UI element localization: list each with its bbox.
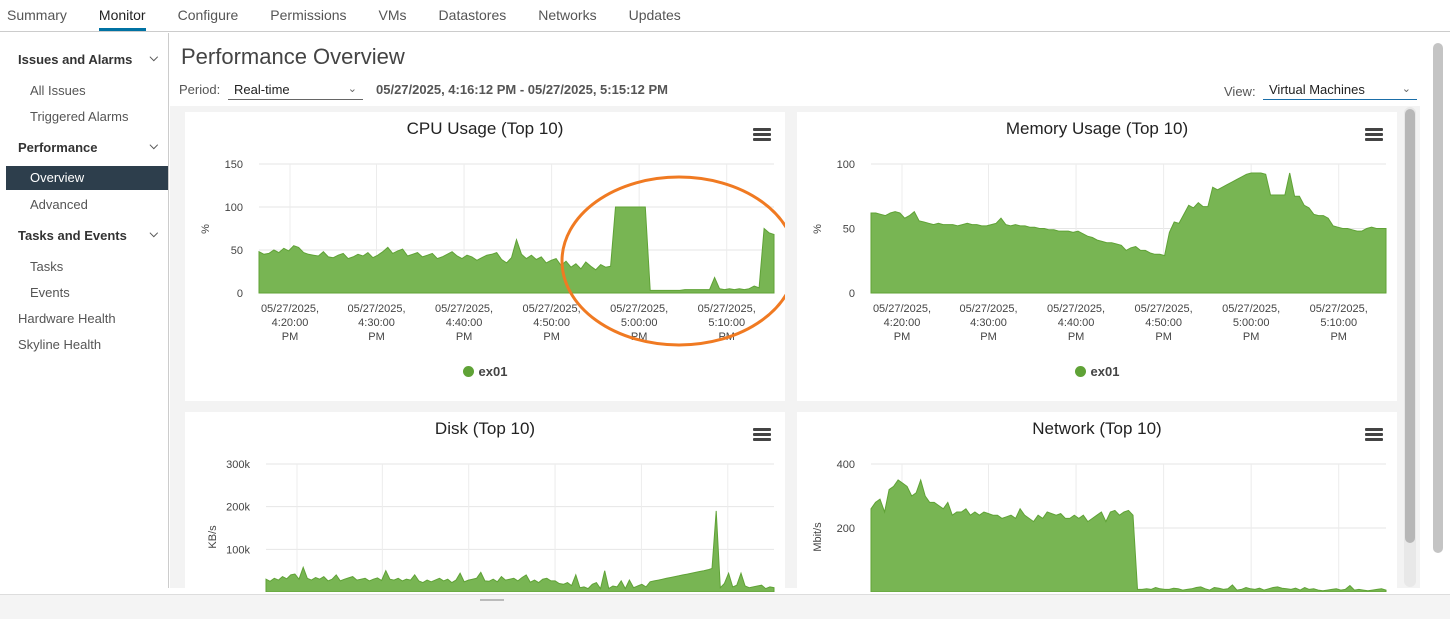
tab-datastores[interactable]: Datastores (439, 0, 507, 31)
y-tick-label: 400 (837, 459, 855, 471)
tab-bar: Summary Monitor Configure Permissions VM… (0, 0, 1450, 32)
memory-chart: 0 50 100% 05/27/2025, 4:20:00 PM 05/27/2025, 4:… (812, 159, 1387, 343)
y-tick-label: 0 (237, 288, 243, 300)
x-tick-label: 05/27/2025, 4:20:00 PM (261, 303, 319, 343)
sidebar-group-tasks-events[interactable]: Tasks and Events ⌵ (18, 228, 158, 243)
sidebar: Issues and Alarms ⌵ All Issues Triggered… (0, 33, 169, 588)
charts-scrollbar[interactable] (1404, 107, 1416, 587)
period-label: Period: (179, 82, 221, 97)
sidebar-group-label: Performance (18, 140, 98, 155)
sidebar-item-advanced[interactable]: Advanced (30, 197, 88, 212)
sidebar-item-overview[interactable]: Overview (6, 166, 168, 190)
y-tick-label: 100 (837, 159, 855, 171)
x-tick-label: 05/27/2025, 4:20:00 PM (873, 303, 931, 343)
y-tick-label: 100k (226, 544, 250, 556)
footer-panel (0, 594, 1450, 619)
x-tick-label: 05/27/2025, 4:40:00 PM (1047, 303, 1105, 343)
legend-swatch (1074, 366, 1086, 377)
sidebar-item-triggered-alarms[interactable]: Triggered Alarms (30, 109, 129, 124)
y-axis-label: % (812, 224, 824, 234)
main-panel: Performance Overview Period: Real-time ⌄… (170, 33, 1450, 592)
network-chart: 200 400 Mbit/s (812, 459, 1387, 592)
date-range: 05/27/2025, 4:16:12 PM - 05/27/2025, 5:1… (376, 82, 668, 97)
disk-card: Disk (Top 10) 100k 200k 300k KB/s (185, 412, 785, 592)
view-select[interactable]: Virtual Machines ⌄ (1263, 79, 1417, 100)
disk-chart: 100k 200k 300k KB/s (207, 459, 775, 592)
period-select[interactable]: Real-time ⌄ (228, 79, 363, 100)
y-tick-label: 150 (225, 159, 243, 171)
x-tick-label: 05/27/2025, 5:10:00 PM (1310, 303, 1368, 343)
x-tick-label: 05/27/2025, 4:30:00 PM (959, 303, 1017, 343)
sidebar-item-all-issues[interactable]: All Issues (30, 83, 86, 98)
chevron-down-icon: ⌵ (149, 228, 158, 240)
scrollbar-thumb[interactable] (1405, 109, 1415, 543)
y-axis-label: % (200, 224, 212, 234)
chart-legend[interactable]: ex01 (185, 364, 785, 379)
sidebar-group-performance[interactable]: Performance ⌵ (18, 140, 158, 155)
chart-legend[interactable]: ex01 (797, 364, 1397, 379)
y-tick-label: 200 (837, 523, 855, 535)
sidebar-item-tasks[interactable]: Tasks (30, 259, 63, 274)
cpu-chart: 0 50 100 150% 05/27/2025, 4:20:00 PM 05/27/2025… (200, 159, 785, 347)
tab-networks[interactable]: Networks (538, 0, 596, 31)
view-label: View: (1224, 84, 1256, 99)
x-tick-label: 05/27/2025, 4:40:00 PM (435, 303, 493, 343)
memory-usage-card: Memory Usage (Top 10) 0 50 100% 05/27/2025, 4… (797, 112, 1397, 401)
sidebar-item-events[interactable]: Events (30, 285, 70, 300)
network-card: Network (Top 10) 200 400 Mbit/s (797, 412, 1397, 592)
tab-vms[interactable]: VMs (379, 0, 407, 31)
y-axis-label: Mbit/s (812, 522, 824, 552)
series-area-network (870, 478, 1387, 592)
y-axis-label: KB/s (207, 525, 219, 549)
chevron-down-icon: ⌵ (149, 52, 158, 64)
y-tick-label: 100 (225, 202, 243, 214)
y-tick-label: 200k (226, 502, 250, 514)
x-tick-label: 05/27/2025, 5:00:00 PM (610, 303, 668, 343)
sidebar-item-skyline-health[interactable]: Skyline Health (18, 337, 101, 352)
sidebar-group-issues-alarms[interactable]: Issues and Alarms ⌵ (18, 52, 158, 67)
series-area-disk (265, 510, 775, 592)
x-tick-label: 05/27/2025, 4:50:00 PM (1135, 303, 1193, 343)
page-scrollbar[interactable] (1433, 43, 1443, 553)
tab-permissions[interactable]: Permissions (270, 0, 346, 31)
tab-summary[interactable]: Summary (7, 0, 67, 31)
chevron-down-icon: ⌄ (1401, 83, 1411, 95)
sidebar-group-label: Tasks and Events (18, 228, 127, 243)
period-select-value: Real-time (234, 82, 290, 97)
y-tick-label: 50 (231, 245, 243, 257)
sidebar-group-label: Issues and Alarms (18, 52, 133, 67)
y-tick-label: 300k (226, 459, 250, 471)
cpu-usage-card: CPU Usage (Top 10) 0 50 100 150% 05/27/2025, 4… (185, 112, 785, 401)
tab-monitor[interactable]: Monitor (98, 0, 146, 31)
view-select-value: Virtual Machines (1269, 82, 1365, 97)
x-tick-label: 05/27/2025, 5:00:00 PM (1222, 303, 1280, 343)
y-tick-label: 50 (843, 224, 855, 236)
page-title: Performance Overview (181, 44, 405, 69)
x-tick-label: 05/27/2025, 4:30:00 PM (347, 303, 405, 343)
legend-swatch (462, 366, 474, 377)
legend-label: ex01 (1090, 364, 1120, 379)
chevron-down-icon: ⌵ (149, 140, 158, 152)
tab-updates[interactable]: Updates (629, 0, 681, 31)
x-tick-label: 05/27/2025, 4:50:00 PM (523, 303, 581, 343)
series-area-ex01 (870, 172, 1387, 294)
chevron-down-icon: ⌄ (347, 83, 357, 95)
tab-configure[interactable]: Configure (178, 0, 239, 31)
annotation-circle (560, 175, 785, 347)
charts-area: CPU Usage (Top 10) 0 50 100 150% 05/27/2025, 4… (170, 106, 1420, 592)
sidebar-item-hardware-health[interactable]: Hardware Health (18, 311, 116, 326)
legend-label: ex01 (478, 364, 508, 379)
resize-grip[interactable] (480, 599, 504, 601)
y-tick-label: 0 (849, 288, 855, 300)
